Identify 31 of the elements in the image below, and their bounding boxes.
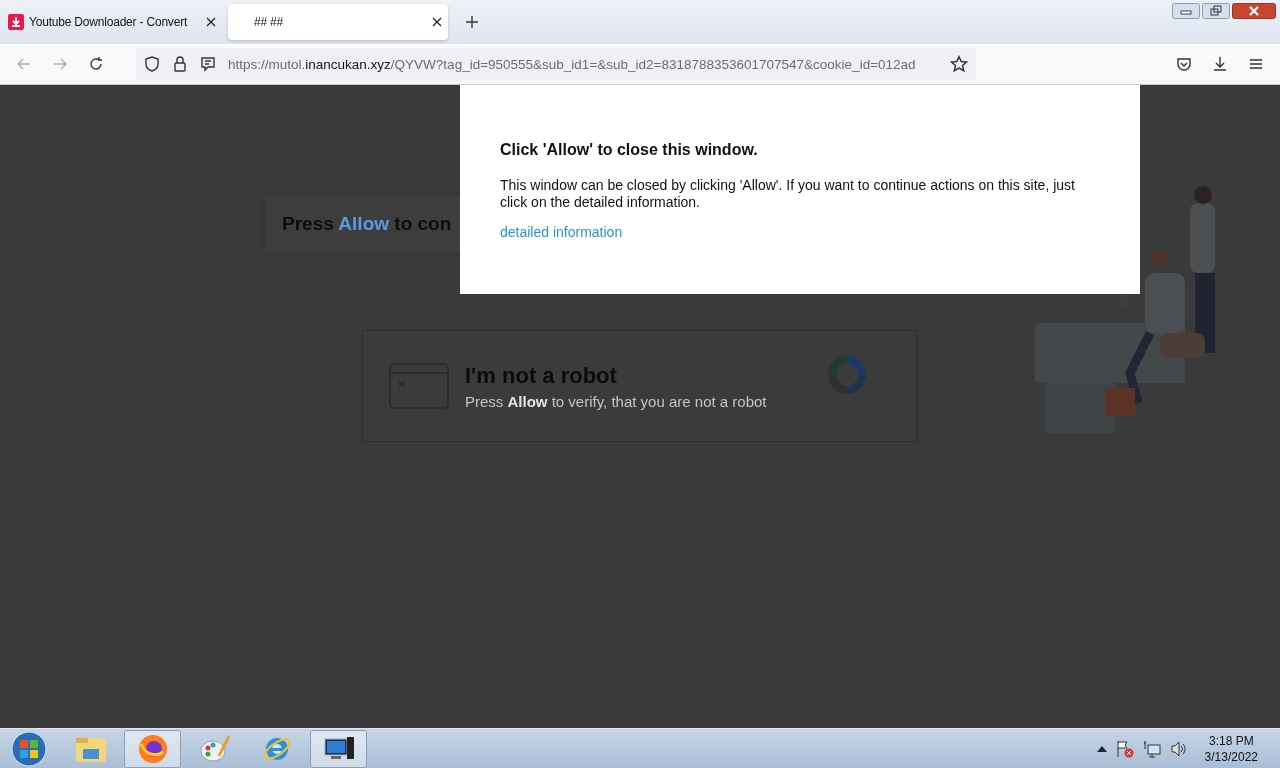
clock-time: 3:18 PM	[1208, 732, 1254, 749]
bookmark-star-icon[interactable]	[950, 55, 968, 73]
network-icon[interactable]	[1142, 739, 1161, 758]
firefox-icon[interactable]	[137, 733, 168, 764]
show-hidden-icon[interactable]	[1096, 745, 1107, 752]
close-window-icon[interactable]	[1232, 3, 1276, 19]
download-icon[interactable]	[1212, 56, 1228, 72]
new-tab-icon[interactable]	[464, 14, 480, 30]
dialog-title: Click 'Allow' to close this window.	[500, 141, 758, 159]
dialog-message: This window can be closed by clicking 'Allow'. If you want to continue actions on this site, just click on the detailed information.	[500, 177, 1076, 211]
start-orb-icon[interactable]	[10, 730, 47, 767]
tab-title: ## ##	[253, 15, 285, 29]
captcha-subtitle: Press Allow to verify, that you are not a robot	[465, 392, 768, 410]
flag-alert-icon[interactable]	[1115, 739, 1134, 758]
palette-icon[interactable]	[198, 733, 231, 764]
menu-icon[interactable]	[1248, 56, 1264, 72]
shield-icon[interactable]	[144, 56, 160, 72]
address-field[interactable]: https://mutol.inancukan.xyz/QYVW?tag_id=950555&sub_id1=&sub_id2=8318788353601707547&cookie_id=012ad	[136, 48, 976, 80]
clock-date: 3/13/2022	[1204, 748, 1258, 765]
volume-icon[interactable]	[1169, 739, 1188, 758]
browser-tab[interactable]: ## ##	[228, 4, 448, 40]
restore-icon[interactable]	[1202, 3, 1230, 19]
close-icon[interactable]	[206, 17, 216, 27]
pocket-icon[interactable]	[1176, 56, 1192, 72]
minimize-icon[interactable]	[1172, 3, 1200, 19]
tab-title: Youtube Downloader - Convert	[29, 15, 189, 29]
browser-tab[interactable]: Youtube Downloader - Convert	[2, 4, 222, 40]
permissions-icon[interactable]	[200, 56, 216, 72]
close-icon[interactable]	[432, 17, 442, 27]
reload-icon[interactable]	[88, 56, 104, 72]
lock-icon[interactable]	[172, 56, 188, 72]
